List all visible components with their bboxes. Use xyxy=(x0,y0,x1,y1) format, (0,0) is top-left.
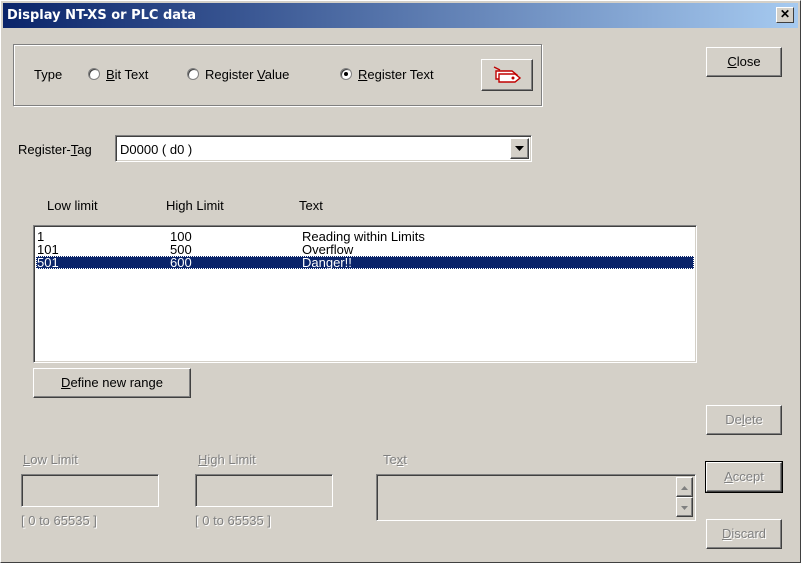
cell-text: Danger!! xyxy=(302,255,352,270)
table-row-selected[interactable]: 501 600 Danger!! xyxy=(36,256,694,269)
delete-button[interactable]: Delete xyxy=(706,405,782,435)
radio-register-text-label: Register Text xyxy=(358,67,434,82)
radio-register-value[interactable]: Register Value xyxy=(187,65,327,83)
tag-button[interactable] xyxy=(481,59,533,91)
text-label: Text xyxy=(383,452,407,467)
table-row[interactable]: 101 500 Overflow xyxy=(36,243,694,256)
scroll-up-button[interactable] xyxy=(676,477,693,497)
discard-button[interactable]: Discard xyxy=(706,519,782,549)
cell-low: 501 xyxy=(37,255,59,270)
register-tag-value: D0000 ( d0 ) xyxy=(120,142,193,157)
radio-bit-text-circle[interactable] xyxy=(88,68,100,80)
close-icon[interactable]: ✕ xyxy=(776,7,794,23)
column-header-text: Text xyxy=(299,198,323,213)
title-bar: Display NT-XS or PLC data ✕ xyxy=(3,3,798,28)
window-title: Display NT-XS or PLC data xyxy=(7,8,197,23)
tag-icon xyxy=(493,66,522,83)
define-new-range-button[interactable]: Define new range xyxy=(33,368,191,398)
range-list[interactable]: 1 100 Reading within Limits 101 500 Over… xyxy=(33,225,697,363)
radio-register-text-circle[interactable] xyxy=(340,68,352,80)
text-input[interactable] xyxy=(376,474,696,521)
close-button[interactable]: Close xyxy=(706,47,782,77)
column-header-low: Low limit xyxy=(47,198,98,213)
arrow-up-icon xyxy=(681,486,688,490)
radio-register-value-circle[interactable] xyxy=(187,68,199,80)
low-limit-label: Low Limit xyxy=(23,452,78,467)
radio-bit-text[interactable]: Bit Text xyxy=(88,65,183,83)
low-limit-range: [ 0 to 65535 ] xyxy=(21,513,97,528)
accept-button[interactable]: Accept xyxy=(705,461,783,493)
table-row[interactable]: 1 100 Reading within Limits xyxy=(36,230,694,243)
type-group: Type Bit Text Register Value Register Te… xyxy=(13,44,542,106)
scroll-down-button[interactable] xyxy=(676,497,693,517)
radio-register-value-label: Register Value xyxy=(205,67,290,82)
dropdown-button[interactable] xyxy=(510,138,529,159)
high-limit-range: [ 0 to 65535 ] xyxy=(195,513,271,528)
radio-register-text[interactable]: Register Text xyxy=(340,65,470,83)
type-label: Type xyxy=(34,67,63,82)
register-tag-label: Register-Tag xyxy=(18,142,92,157)
high-limit-label: High Limit xyxy=(198,452,256,467)
dialog-window: Display NT-XS or PLC data ✕ Type Bit Tex… xyxy=(0,0,801,563)
column-header-high: High Limit xyxy=(166,198,224,213)
cell-high: 600 xyxy=(170,255,192,270)
high-limit-input[interactable] xyxy=(195,474,333,507)
arrow-down-icon xyxy=(681,506,688,510)
low-limit-input[interactable] xyxy=(21,474,159,507)
radio-bit-text-label: Bit Text xyxy=(106,67,149,82)
register-tag-select[interactable]: D0000 ( d0 ) xyxy=(115,135,532,162)
chevron-down-icon xyxy=(515,146,524,151)
